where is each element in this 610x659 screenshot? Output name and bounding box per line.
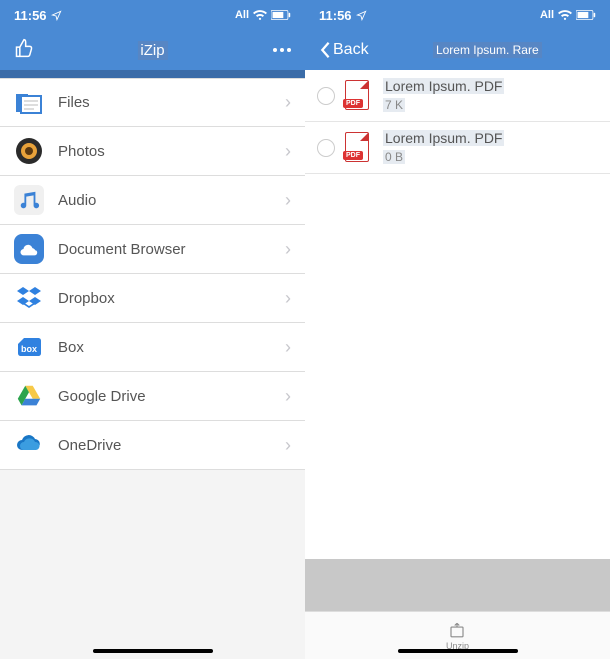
battery-icon <box>576 10 596 20</box>
chevron-right-icon: › <box>285 141 291 162</box>
right-screen: 11:56 All Back Lorem Ipsum. Rare PDF <box>305 0 610 659</box>
google-drive-icon <box>14 381 44 411</box>
list-item-dropbox[interactable]: Dropbox › <box>0 274 305 323</box>
nav-bar-right: Back Lorem Ipsum. Rare <box>305 30 610 70</box>
onedrive-icon <box>14 430 44 460</box>
like-button[interactable] <box>14 38 34 63</box>
unzip-button[interactable]: Unzip <box>446 621 469 651</box>
subheader <box>0 70 305 78</box>
ad-placeholder <box>305 559 610 611</box>
status-bar: 11:56 All <box>305 0 610 30</box>
left-screen: 11:56 All iZip Files <box>0 0 305 659</box>
unzip-icon <box>447 621 467 639</box>
file-size: 7 K <box>383 98 405 112</box>
svg-text:box: box <box>21 344 37 354</box>
file-name: Lorem Ipsum. PDF <box>383 78 504 94</box>
select-radio[interactable] <box>317 139 335 157</box>
home-indicator[interactable] <box>398 649 518 653</box>
file-item[interactable]: PDF Lorem Ipsum. PDF 7 K <box>305 70 610 122</box>
folder-icon <box>14 88 44 118</box>
cloud-icon <box>14 234 44 264</box>
more-button[interactable] <box>273 48 291 52</box>
list-item-box[interactable]: box Box › <box>0 323 305 372</box>
chevron-right-icon: › <box>285 337 291 358</box>
app-title: iZip <box>137 41 167 60</box>
home-indicator[interactable] <box>93 649 213 653</box>
list-label: Box <box>58 339 285 356</box>
list-label: Audio <box>58 192 285 209</box>
list-item-audio[interactable]: Audio › <box>0 176 305 225</box>
select-radio[interactable] <box>317 87 335 105</box>
list-label: OneDrive <box>58 437 285 454</box>
location-arrow-icon <box>356 10 367 21</box>
list-item-google-drive[interactable]: Google Drive › <box>0 372 305 421</box>
chevron-right-icon: › <box>285 92 291 113</box>
box-icon: box <box>14 332 44 362</box>
audio-icon <box>14 185 44 215</box>
file-item[interactable]: PDF Lorem Ipsum. PDF 0 B <box>305 122 610 174</box>
folder-title: Lorem Ipsum. Rare <box>433 42 542 58</box>
chevron-right-icon: › <box>285 435 291 456</box>
status-time: 11:56 <box>14 8 47 23</box>
file-list: PDF Lorem Ipsum. PDF 7 K PDF Lorem Ipsum… <box>305 70 610 559</box>
chevron-left-icon <box>319 41 331 59</box>
wifi-icon <box>253 10 267 20</box>
wifi-icon <box>558 10 572 20</box>
dropbox-icon <box>14 283 44 313</box>
status-bar: 11:56 All <box>0 0 305 30</box>
photos-icon <box>14 136 44 166</box>
list-item-document-browser[interactable]: Document Browser › <box>0 225 305 274</box>
status-time: 11:56 <box>319 8 352 23</box>
battery-icon <box>271 10 291 20</box>
list-label: Files <box>58 94 285 111</box>
location-arrow-icon <box>51 10 62 21</box>
back-label: Back <box>333 41 369 59</box>
list-label: Document Browser <box>58 241 285 258</box>
pdf-icon: PDF <box>345 80 373 112</box>
pdf-icon: PDF <box>345 132 373 164</box>
list-label: Google Drive <box>58 388 285 405</box>
carrier-label: All <box>235 9 249 21</box>
list-item-onedrive[interactable]: OneDrive › <box>0 421 305 470</box>
chevron-right-icon: › <box>285 239 291 260</box>
chevron-right-icon: › <box>285 190 291 211</box>
file-size: 0 B <box>383 150 405 164</box>
chevron-right-icon: › <box>285 386 291 407</box>
list-item-photos[interactable]: Photos › <box>0 127 305 176</box>
file-name: Lorem Ipsum. PDF <box>383 130 504 146</box>
chevron-right-icon: › <box>285 288 291 309</box>
list-label: Dropbox <box>58 290 285 307</box>
list-item-files[interactable]: Files › <box>0 78 305 127</box>
carrier-label: All <box>540 9 554 21</box>
back-button[interactable]: Back <box>319 41 369 59</box>
source-list: Files › Photos › Audio › <box>0 78 305 659</box>
list-label: Photos <box>58 143 285 160</box>
nav-bar-left: iZip <box>0 30 305 70</box>
